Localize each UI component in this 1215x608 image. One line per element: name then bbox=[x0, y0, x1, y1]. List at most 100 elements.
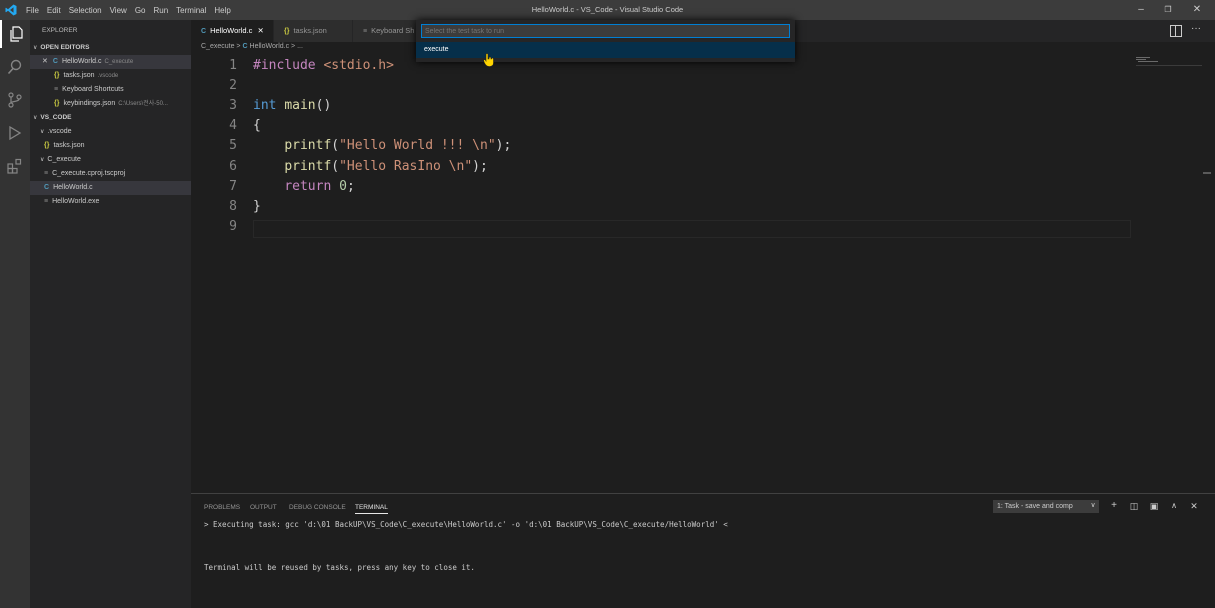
line-number: 4 bbox=[229, 118, 237, 133]
code-editor[interactable] bbox=[191, 55, 1215, 493]
file-icon: ≡ bbox=[44, 170, 49, 177]
code-token: 0 bbox=[339, 179, 347, 194]
split-terminal-icon[interactable]: ◫ bbox=[1128, 500, 1140, 512]
open-editor-label: keybindings.json bbox=[63, 100, 116, 107]
code-token: "Hello World !!! \n" bbox=[339, 138, 496, 153]
code-token: #include bbox=[253, 58, 316, 73]
explorer-title: EXPLORER bbox=[42, 27, 78, 34]
terminal-line: Terminal will be reused by tasks, press … bbox=[204, 563, 475, 572]
trash-icon[interactable]: ▣ bbox=[1148, 500, 1160, 512]
open-editor-item[interactable]: {} keybindings.json C:\Users\전사-50... bbox=[30, 97, 215, 111]
code-line: #include <stdio.h> bbox=[253, 58, 394, 73]
code-token: return bbox=[284, 179, 332, 194]
quick-pick-item[interactable]: execute bbox=[416, 42, 795, 58]
more-actions-icon[interactable]: ··· bbox=[1191, 23, 1201, 34]
tree-folder[interactable]: ∨ .vscode bbox=[30, 125, 201, 139]
open-editor-detail: C:\Users\전사-50... bbox=[118, 101, 168, 107]
explorer-activity-icon[interactable] bbox=[0, 20, 30, 48]
open-editor-label: Keyboard Shortcuts bbox=[62, 86, 124, 93]
tree-folder[interactable]: ∨ C_execute bbox=[30, 153, 201, 167]
chevron-down-icon: ∨ bbox=[33, 115, 38, 121]
open-editor-item[interactable]: {} tasks.json .vscode bbox=[30, 69, 215, 83]
minimap[interactable] bbox=[1136, 55, 1202, 67]
search-activity-icon[interactable] bbox=[0, 53, 30, 81]
code-token: <stdio.h> bbox=[323, 58, 394, 73]
breadcrumb-file[interactable]: HelloWorld.c bbox=[250, 43, 290, 50]
tab-terminal[interactable]: TERMINAL bbox=[355, 504, 388, 514]
restore-icon[interactable]: ❐ bbox=[1161, 3, 1175, 17]
code-token: ; bbox=[346, 179, 355, 194]
tab-keyboard-shortcuts[interactable]: ≡ Keyboard Sh bbox=[353, 20, 416, 42]
c-file-icon: C bbox=[201, 28, 207, 35]
tab-helloworld-c[interactable]: C HelloWorld.c ✕ bbox=[191, 20, 273, 42]
code-line: printf("Hello World !!! \n"); bbox=[284, 138, 512, 153]
run-debug-activity-icon[interactable] bbox=[0, 119, 30, 147]
chevron-down-icon: ∨ bbox=[33, 45, 38, 51]
close-icon[interactable]: ✕ bbox=[257, 26, 263, 35]
line-number: 7 bbox=[229, 179, 237, 194]
breadcrumb-rest[interactable]: ... bbox=[297, 43, 303, 50]
code-token: printf bbox=[284, 138, 332, 153]
json-file-icon: {} bbox=[44, 142, 50, 149]
open-editors-section[interactable]: ∨ OPEN EDITORS bbox=[30, 41, 194, 55]
open-editor-label: tasks.json bbox=[63, 72, 95, 79]
minimize-icon[interactable]: – bbox=[1134, 3, 1148, 17]
open-editors-title: OPEN EDITORS bbox=[40, 44, 90, 51]
c-file-icon: C bbox=[52, 58, 58, 65]
folder-section[interactable]: ∨ VS_CODE bbox=[30, 111, 194, 125]
maximize-panel-icon[interactable]: ∧ bbox=[1168, 500, 1180, 512]
chevron-down-icon[interactable]: ∨ bbox=[1087, 500, 1099, 512]
tree-label: HelloWorld.exe bbox=[52, 198, 100, 205]
open-editor-item[interactable]: ✕ C HelloWorld.c C_execute bbox=[30, 55, 203, 69]
code-line: { bbox=[253, 118, 261, 133]
tree-label: .vscode bbox=[47, 128, 72, 135]
new-terminal-icon[interactable]: + bbox=[1108, 500, 1120, 512]
code-token: main bbox=[284, 98, 316, 113]
tree-label: tasks.json bbox=[53, 142, 85, 149]
tab-label: Keyboard Sh bbox=[371, 26, 415, 35]
task-search-input[interactable] bbox=[421, 24, 790, 38]
code-token: printf bbox=[284, 159, 332, 174]
tree-item[interactable]: C HelloWorld.c bbox=[30, 181, 205, 195]
open-editor-label: HelloWorld.c bbox=[61, 58, 102, 65]
split-editor-icon[interactable] bbox=[1170, 25, 1182, 37]
tab-label: tasks.json bbox=[293, 26, 327, 35]
open-editor-detail: .vscode bbox=[97, 73, 119, 79]
tab-debug-console[interactable]: DEBUG CONSOLE bbox=[289, 504, 346, 511]
terminal-line: > Executing task: gcc 'd:\01 BackUP\VS_C… bbox=[204, 520, 728, 529]
scrollbar-marker bbox=[1203, 172, 1211, 174]
line-number: 3 bbox=[229, 98, 237, 113]
terminal-select[interactable]: 1: Task - save and comp bbox=[993, 500, 1099, 513]
line-number: 5 bbox=[229, 138, 237, 153]
line-number: 8 bbox=[229, 199, 237, 214]
close-window-icon[interactable]: ✕ bbox=[1190, 3, 1204, 17]
tab-tasks-json[interactable]: {} tasks.json bbox=[274, 20, 352, 42]
title-bar: File Edit Selection View Go Run Terminal… bbox=[0, 0, 1215, 20]
activity-bar bbox=[0, 20, 30, 608]
code-line: } bbox=[253, 199, 261, 214]
tree-label: HelloWorld.c bbox=[53, 184, 93, 191]
list-icon: ≡ bbox=[54, 86, 59, 93]
code-line: printf("Hello RasIno \n"); bbox=[284, 159, 488, 174]
tab-problems[interactable]: PROBLEMS bbox=[204, 504, 240, 511]
current-line-highlight bbox=[253, 220, 1131, 238]
tab-output[interactable]: OUTPUT bbox=[250, 504, 277, 511]
tree-label: C_execute bbox=[47, 156, 81, 163]
task-quick-pick: execute bbox=[416, 20, 795, 62]
extensions-activity-icon[interactable] bbox=[0, 152, 30, 180]
line-number: 1 bbox=[229, 58, 237, 73]
breadcrumb-folder[interactable]: C_execute bbox=[201, 43, 234, 50]
c-file-icon: C bbox=[242, 43, 248, 50]
tree-item[interactable]: ≡ C_execute.cproj.tscproj bbox=[30, 167, 205, 181]
close-panel-icon[interactable]: ✕ bbox=[1188, 500, 1200, 512]
source-control-activity-icon[interactable] bbox=[0, 86, 30, 114]
tree-item[interactable]: ≡ HelloWorld.exe bbox=[30, 195, 205, 209]
code-token: int bbox=[253, 98, 277, 113]
open-editor-item[interactable]: ≡ Keyboard Shortcuts bbox=[30, 83, 215, 97]
tree-item[interactable]: {} tasks.json bbox=[30, 139, 205, 153]
json-file-icon: {} bbox=[284, 28, 290, 35]
json-file-icon: {} bbox=[54, 100, 60, 107]
open-editor-detail: C_execute bbox=[104, 59, 134, 65]
close-icon[interactable]: ✕ bbox=[42, 58, 48, 65]
window-title: HelloWorld.c - VS_Code - Visual Studio C… bbox=[531, 5, 684, 14]
